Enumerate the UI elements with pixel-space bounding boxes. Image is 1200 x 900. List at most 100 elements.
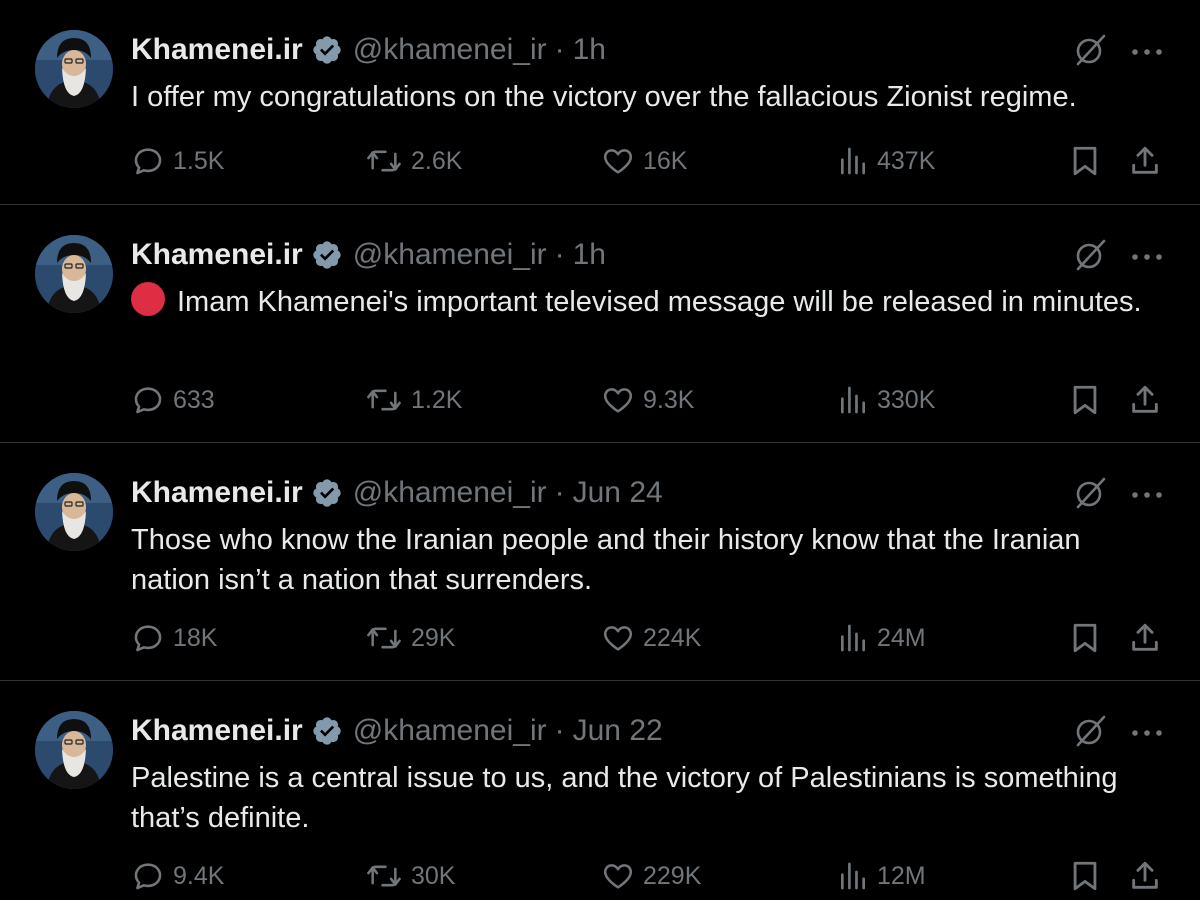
views-count: 437K <box>877 146 936 175</box>
bar-chart-icon <box>841 386 865 414</box>
grok-icon[interactable] <box>1072 32 1108 73</box>
more-options-icon[interactable] <box>1130 44 1164 62</box>
tweet[interactable]: Khamenei.ir @khamenei_ir · Jun 24 Those … <box>0 443 1200 681</box>
heart-icon <box>603 864 633 889</box>
avatar[interactable] <box>35 711 113 789</box>
author-name[interactable]: Khamenei.ir <box>131 30 303 70</box>
share-button[interactable] <box>1128 856 1162 896</box>
author-handle[interactable]: @khamenei_ir <box>353 711 547 751</box>
repost-count: 30K <box>411 861 456 890</box>
like-count: 224K <box>643 623 702 652</box>
avatar[interactable] <box>35 473 113 551</box>
timestamp[interactable]: 1h <box>573 30 606 70</box>
repost-count: 1.2K <box>411 385 463 414</box>
tweet-header: Khamenei.ir @khamenei_ir · Jun 24 <box>131 473 663 513</box>
separator: · <box>554 714 565 747</box>
verified-badge-icon[interactable] <box>311 477 343 509</box>
tweet[interactable]: Khamenei.ir @khamenei_ir · Jun 22 Palest… <box>0 681 1200 900</box>
bookmark-button[interactable] <box>1068 380 1102 420</box>
author-handle[interactable]: @khamenei_ir <box>353 235 547 275</box>
verified-badge-icon[interactable] <box>311 715 343 747</box>
reply-icon <box>134 863 162 890</box>
reply-icon <box>134 387 162 414</box>
reply-count: 1.5K <box>173 146 225 175</box>
share-button[interactable] <box>1128 141 1162 181</box>
avatar[interactable] <box>35 235 113 313</box>
views-button[interactable]: 437K <box>837 141 935 181</box>
share-button[interactable] <box>1128 618 1162 658</box>
repost-button[interactable]: 30K <box>365 856 455 896</box>
like-count: 229K <box>643 861 702 890</box>
separator: · <box>554 476 565 509</box>
tweet[interactable]: Khamenei.ir @khamenei_ir · 1h Imam Khame… <box>0 205 1200 443</box>
tweet-top-icons <box>1072 237 1164 278</box>
bookmark-icon <box>1073 623 1097 653</box>
tweet-text-content: Palestine is a central issue to us, and … <box>131 762 1118 834</box>
views-count: 12M <box>877 861 926 890</box>
repost-button[interactable]: 2.6K <box>365 141 462 181</box>
separator: · <box>554 238 565 271</box>
repost-icon <box>367 627 401 649</box>
tweet-text-content: Those who know the Iranian people and th… <box>131 524 1081 596</box>
tweet-actions: 18K 29K 224K 24M <box>131 618 1171 658</box>
bookmark-button[interactable] <box>1068 856 1102 896</box>
heart-icon <box>603 626 633 651</box>
grok-icon[interactable] <box>1072 237 1108 278</box>
share-button[interactable] <box>1128 380 1162 420</box>
repost-button[interactable]: 1.2K <box>365 380 462 420</box>
tweet[interactable]: Khamenei.ir @khamenei_ir · 1h I offer my… <box>0 0 1200 205</box>
views-button[interactable]: 12M <box>837 856 926 896</box>
author-name[interactable]: Khamenei.ir <box>131 473 303 513</box>
heart-icon <box>603 149 633 174</box>
views-count: 330K <box>877 385 936 414</box>
views-button[interactable]: 24M <box>837 618 926 658</box>
avatar[interactable] <box>35 30 113 108</box>
tweet-actions: 633 1.2K 9.3K 330K <box>131 380 1171 420</box>
more-options-icon[interactable] <box>1130 249 1164 267</box>
views-button[interactable]: 330K <box>837 380 935 420</box>
share-icon <box>1132 385 1158 413</box>
timestamp[interactable]: Jun 22 <box>573 711 663 751</box>
tweet-top-icons <box>1072 713 1164 754</box>
timeline-feed: Khamenei.ir @khamenei_ir · 1h I offer my… <box>0 0 1200 900</box>
verified-badge-icon[interactable] <box>311 34 343 66</box>
grok-icon[interactable] <box>1072 475 1108 516</box>
author-name[interactable]: Khamenei.ir <box>131 235 303 275</box>
reply-button[interactable]: 9.4K <box>131 856 224 896</box>
tweet-text: Those who know the Iranian people and th… <box>131 520 1166 600</box>
timestamp[interactable]: 1h <box>573 235 606 275</box>
reply-count: 18K <box>173 623 218 652</box>
like-button[interactable]: 16K <box>601 141 687 181</box>
more-options-icon[interactable] <box>1130 487 1164 505</box>
bar-chart-icon <box>841 624 865 652</box>
tweet-actions: 9.4K 30K 229K 12M <box>131 856 1171 896</box>
more-options-icon[interactable] <box>1130 725 1164 743</box>
reply-icon <box>134 625 162 652</box>
repost-icon <box>367 150 401 172</box>
reply-button[interactable]: 633 <box>131 380 215 420</box>
bar-chart-icon <box>841 862 865 890</box>
author-name[interactable]: Khamenei.ir <box>131 711 303 751</box>
timestamp[interactable]: Jun 24 <box>573 473 663 513</box>
bookmark-button[interactable] <box>1068 618 1102 658</box>
tweet-text: I offer my congratulations on the victor… <box>131 77 1166 117</box>
tweet-text: Palestine is a central issue to us, and … <box>131 758 1166 838</box>
like-button[interactable]: 9.3K <box>601 380 694 420</box>
repost-button[interactable]: 29K <box>365 618 455 658</box>
share-icon <box>1132 146 1158 174</box>
reply-button[interactable]: 1.5K <box>131 141 224 181</box>
bookmark-icon <box>1073 385 1097 415</box>
like-button[interactable]: 224K <box>601 618 701 658</box>
like-button[interactable]: 229K <box>601 856 701 896</box>
tweet-header: Khamenei.ir @khamenei_ir · 1h <box>131 235 606 275</box>
grok-icon[interactable] <box>1072 713 1108 754</box>
verified-badge-icon[interactable] <box>311 239 343 271</box>
bookmark-button[interactable] <box>1068 141 1102 181</box>
like-count: 9.3K <box>643 385 695 414</box>
tweet-header: Khamenei.ir @khamenei_ir · 1h <box>131 30 606 70</box>
author-handle[interactable]: @khamenei_ir <box>353 30 547 70</box>
repost-icon <box>367 389 401 411</box>
repost-icon <box>367 865 401 887</box>
author-handle[interactable]: @khamenei_ir <box>353 473 547 513</box>
reply-button[interactable]: 18K <box>131 618 217 658</box>
